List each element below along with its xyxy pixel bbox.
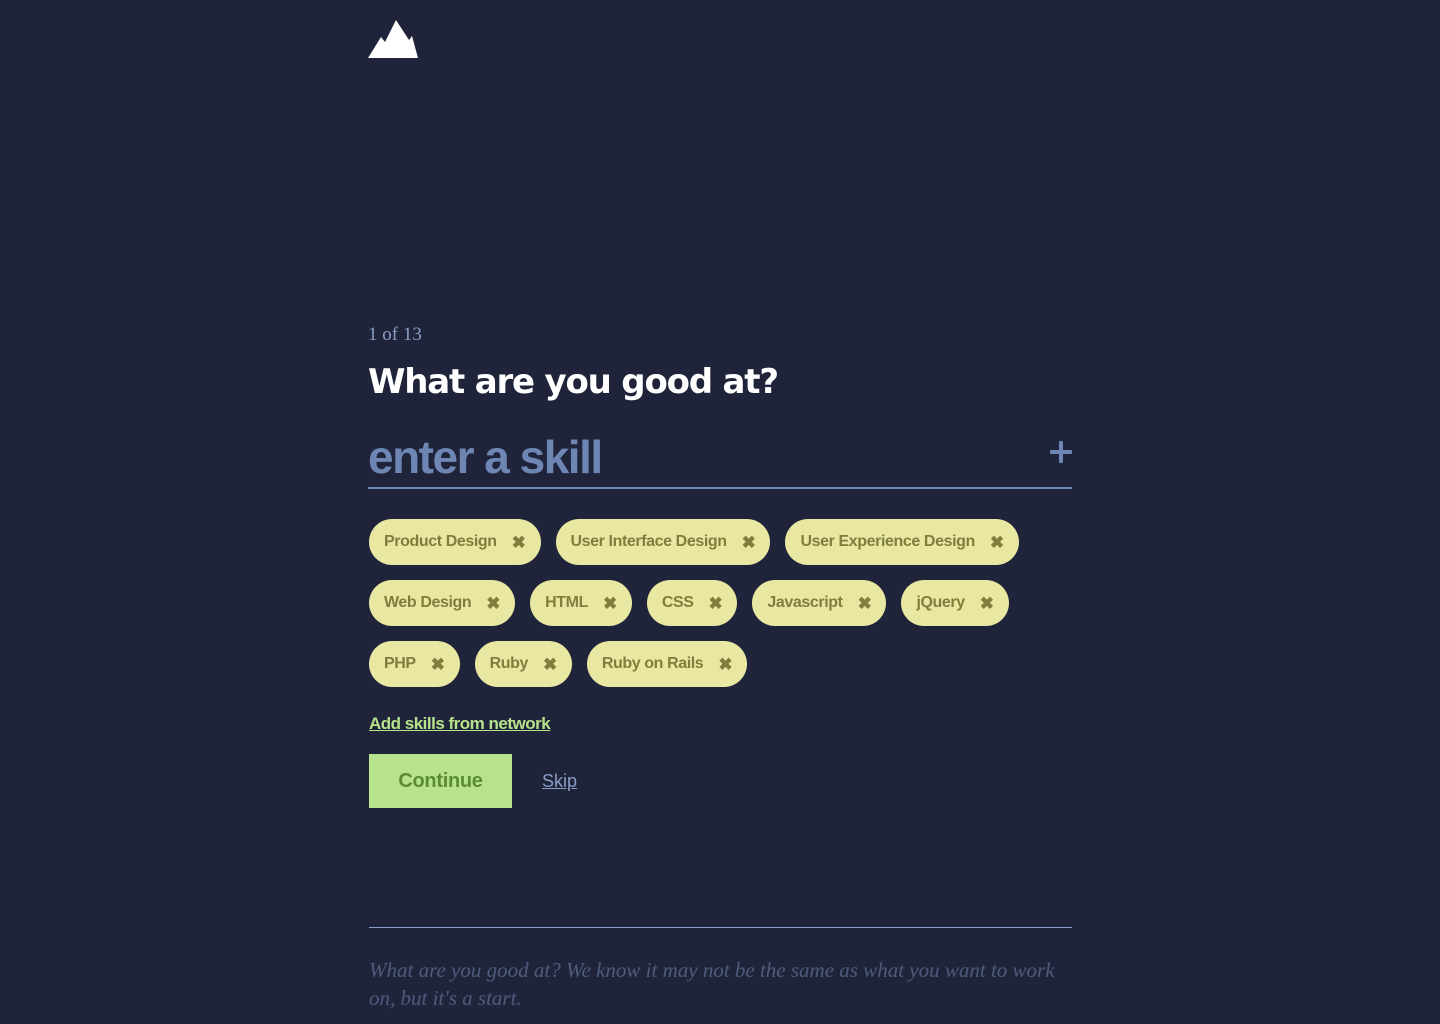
add-skills-from-network-link[interactable]: Add skills from network <box>369 714 551 734</box>
plus-icon[interactable] <box>1050 441 1072 463</box>
skill-tag-label: CSS <box>661 594 694 611</box>
skill-tag: Javascript ✖ <box>752 580 887 626</box>
skill-tag: Web Design ✖ <box>369 580 516 626</box>
close-icon[interactable]: ✖ <box>431 656 445 673</box>
tag-row: Web Design ✖ HTML ✖ CSS ✖ Javascript ✖ j… <box>368 580 1072 626</box>
logo[interactable] <box>368 20 418 58</box>
tag-row: PHP ✖ Ruby ✖ Ruby on Rails ✖ <box>368 641 1072 687</box>
skill-tag-label: PHP <box>384 655 416 672</box>
close-icon[interactable]: ✖ <box>718 656 732 673</box>
skill-tag: User Interface Design ✖ <box>555 519 771 565</box>
continue-button[interactable]: Continue <box>369 754 512 808</box>
close-icon[interactable]: ✖ <box>980 595 994 612</box>
close-icon[interactable]: ✖ <box>990 534 1004 551</box>
page-title: What are you good at? <box>368 362 779 402</box>
close-icon[interactable]: ✖ <box>742 534 756 551</box>
form-actions: Continue Skip <box>369 754 1072 808</box>
close-icon[interactable]: ✖ <box>709 595 723 612</box>
skill-tag-label: Javascript <box>767 594 843 611</box>
skill-field <box>368 429 1072 489</box>
close-icon[interactable]: ✖ <box>512 534 526 551</box>
skill-tag-label: jQuery <box>916 594 965 611</box>
skill-tag: User Experience Design ✖ <box>785 519 1019 565</box>
close-icon[interactable]: ✖ <box>543 656 557 673</box>
tag-row: Product Design ✖ User Interface Design ✖… <box>368 519 1072 565</box>
skip-link[interactable]: Skip <box>542 771 577 792</box>
skill-tag: Ruby ✖ <box>474 641 572 687</box>
skill-tag: jQuery ✖ <box>901 580 1009 626</box>
skill-tag: PHP ✖ <box>369 641 460 687</box>
skill-tag-label: Product Design <box>384 533 497 550</box>
divider <box>369 927 1072 928</box>
skill-tag-label: Web Design <box>384 594 472 611</box>
skill-tag: CSS ✖ <box>646 580 738 626</box>
skill-tag-label: User Experience Design <box>800 533 975 550</box>
skill-input[interactable] <box>368 429 1028 485</box>
skill-tag-list: Product Design ✖ User Interface Design ✖… <box>368 519 1072 687</box>
close-icon[interactable]: ✖ <box>603 595 617 612</box>
skill-tag: Ruby on Rails ✖ <box>586 641 748 687</box>
skill-tag-label: Ruby on Rails <box>601 655 704 672</box>
close-icon[interactable]: ✖ <box>486 595 500 612</box>
help-text: What are you good at? We know it may not… <box>369 958 1055 1010</box>
close-icon[interactable]: ✖ <box>858 595 872 612</box>
skill-tag-label: Ruby <box>489 655 529 672</box>
skill-tag: Product Design ✖ <box>369 519 541 565</box>
skill-tag: HTML ✖ <box>530 580 632 626</box>
step-counter: 1 of 13 <box>368 324 422 345</box>
skill-tag-label: User Interface Design <box>570 533 728 550</box>
onboarding-step: 1 of 13 What are you good at? Product De… <box>368 322 1072 808</box>
skill-tag-label: HTML <box>545 594 588 611</box>
mountain-icon <box>368 20 418 58</box>
